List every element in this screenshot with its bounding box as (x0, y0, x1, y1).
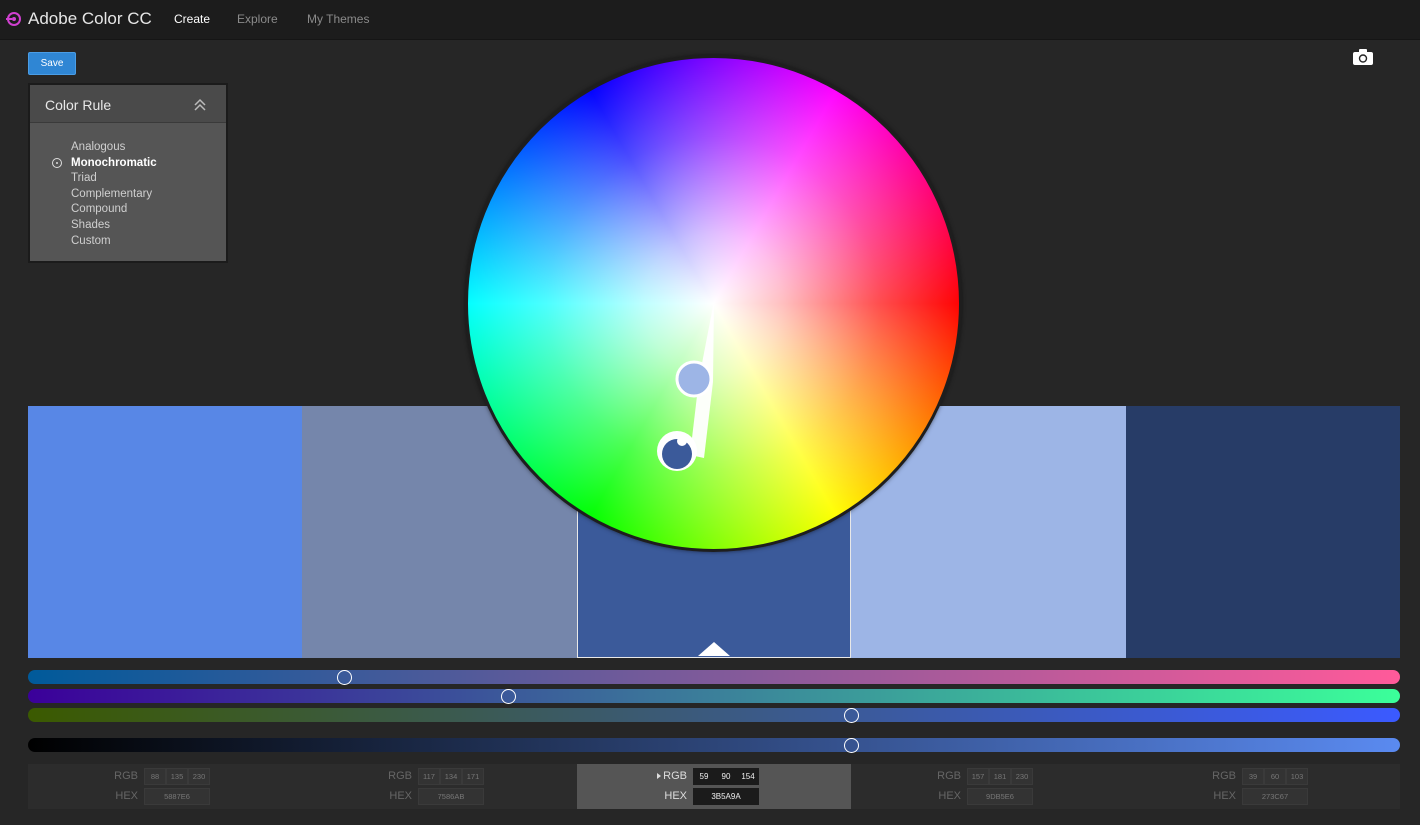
red-slider-thumb[interactable] (336, 670, 352, 685)
color-values-5: RGB 39 60 103 HEX 273C67 (1126, 764, 1400, 809)
rule-option-complementary[interactable]: Complementary (71, 187, 157, 203)
green-slider-thumb[interactable] (501, 689, 517, 704)
red-slider[interactable] (28, 670, 1400, 685)
r-value[interactable]: 39 (1242, 768, 1264, 785)
camera-icon[interactable] (1352, 48, 1374, 66)
hex-value[interactable]: 7586AB (418, 788, 484, 805)
r-value[interactable]: 117 (418, 768, 440, 785)
g-value[interactable]: 60 (1264, 768, 1286, 785)
color-swatch-1[interactable] (28, 406, 302, 658)
wheel-handle-base-notch (677, 436, 687, 446)
b-value[interactable]: 103 (1286, 768, 1308, 785)
hex-value[interactable]: 3B5A9A (693, 788, 759, 805)
g-value[interactable]: 181 (989, 768, 1011, 785)
hex-label: HEX (1213, 790, 1236, 802)
g-value[interactable]: 135 (166, 768, 188, 785)
rule-option-triad[interactable]: Triad (71, 171, 157, 187)
g-value[interactable]: 134 (440, 768, 462, 785)
brightness-slider[interactable] (28, 738, 1400, 753)
save-button[interactable]: Save (28, 52, 76, 75)
rgb-label: RGB (114, 770, 138, 782)
chevron-up-double-icon[interactable] (193, 98, 207, 112)
rgb-label: RGB (388, 770, 412, 782)
g-value[interactable]: 90 (715, 768, 737, 785)
blue-slider-thumb[interactable] (844, 708, 860, 723)
color-values-2: RGB 117 134 171 HEX 7586AB (302, 764, 576, 809)
rule-option-custom[interactable]: Custom (71, 234, 157, 250)
color-wheel-handles[interactable] (465, 55, 962, 552)
app-title: Adobe Color CC (28, 9, 152, 28)
wheel-handle-light[interactable] (675, 360, 713, 398)
color-swatch-5[interactable] (1126, 406, 1400, 658)
color-values-1: RGB 88 135 230 HEX 5887E6 (28, 764, 302, 809)
nav-explore[interactable]: Explore (237, 12, 278, 26)
r-value[interactable]: 157 (967, 768, 989, 785)
rule-option-analogous[interactable]: Analogous (71, 140, 157, 156)
rule-option-compound[interactable]: Compound (71, 202, 157, 218)
radio-selected-icon[interactable] (52, 158, 62, 168)
nav-my-themes[interactable]: My Themes (307, 12, 369, 26)
color-rule-panel: Color Rule Analogous Monochromatic Triad… (28, 83, 228, 263)
hex-value[interactable]: 5887E6 (144, 788, 210, 805)
color-values-4: RGB 157 181 230 HEX 9DB5E6 (851, 764, 1125, 809)
color-rule-header[interactable]: Color Rule (30, 85, 226, 123)
color-rule-list: Analogous Monochromatic Triad Complement… (71, 140, 157, 249)
r-value[interactable]: 88 (144, 768, 166, 785)
b-value[interactable]: 171 (462, 768, 484, 785)
rgb-label: RGB (937, 770, 961, 782)
color-rule-title: Color Rule (45, 97, 112, 113)
hex-label: HEX (115, 790, 138, 802)
hex-value[interactable]: 273C67 (1242, 788, 1308, 805)
color-values-3: RGB 59 90 154 HEX 3B5A9A (577, 764, 851, 809)
wheel-handle-base[interactable] (662, 439, 692, 469)
rgb-label: RGB (663, 770, 687, 782)
r-value[interactable]: 59 (693, 768, 715, 785)
hex-label: HEX (938, 790, 961, 802)
brightness-slider-thumb[interactable] (844, 738, 860, 753)
b-value[interactable]: 230 (1011, 768, 1033, 785)
hex-value[interactable]: 9DB5E6 (967, 788, 1033, 805)
b-value[interactable]: 154 (737, 768, 759, 785)
green-slider[interactable] (28, 689, 1400, 704)
adobe-color-logo-icon (6, 12, 21, 26)
rule-option-shades[interactable]: Shades (71, 218, 157, 234)
hex-label: HEX (664, 790, 687, 802)
b-value[interactable]: 230 (188, 768, 210, 785)
nav-create[interactable]: Create (174, 12, 210, 26)
rgb-label: RGB (1212, 770, 1236, 782)
hex-label: HEX (389, 790, 412, 802)
rule-option-monochromatic[interactable]: Monochromatic (71, 156, 157, 172)
blue-slider[interactable] (28, 708, 1400, 723)
active-swatch-indicator (698, 642, 730, 656)
top-bar: Adobe Color CC Create Explore My Themes (0, 0, 1420, 40)
